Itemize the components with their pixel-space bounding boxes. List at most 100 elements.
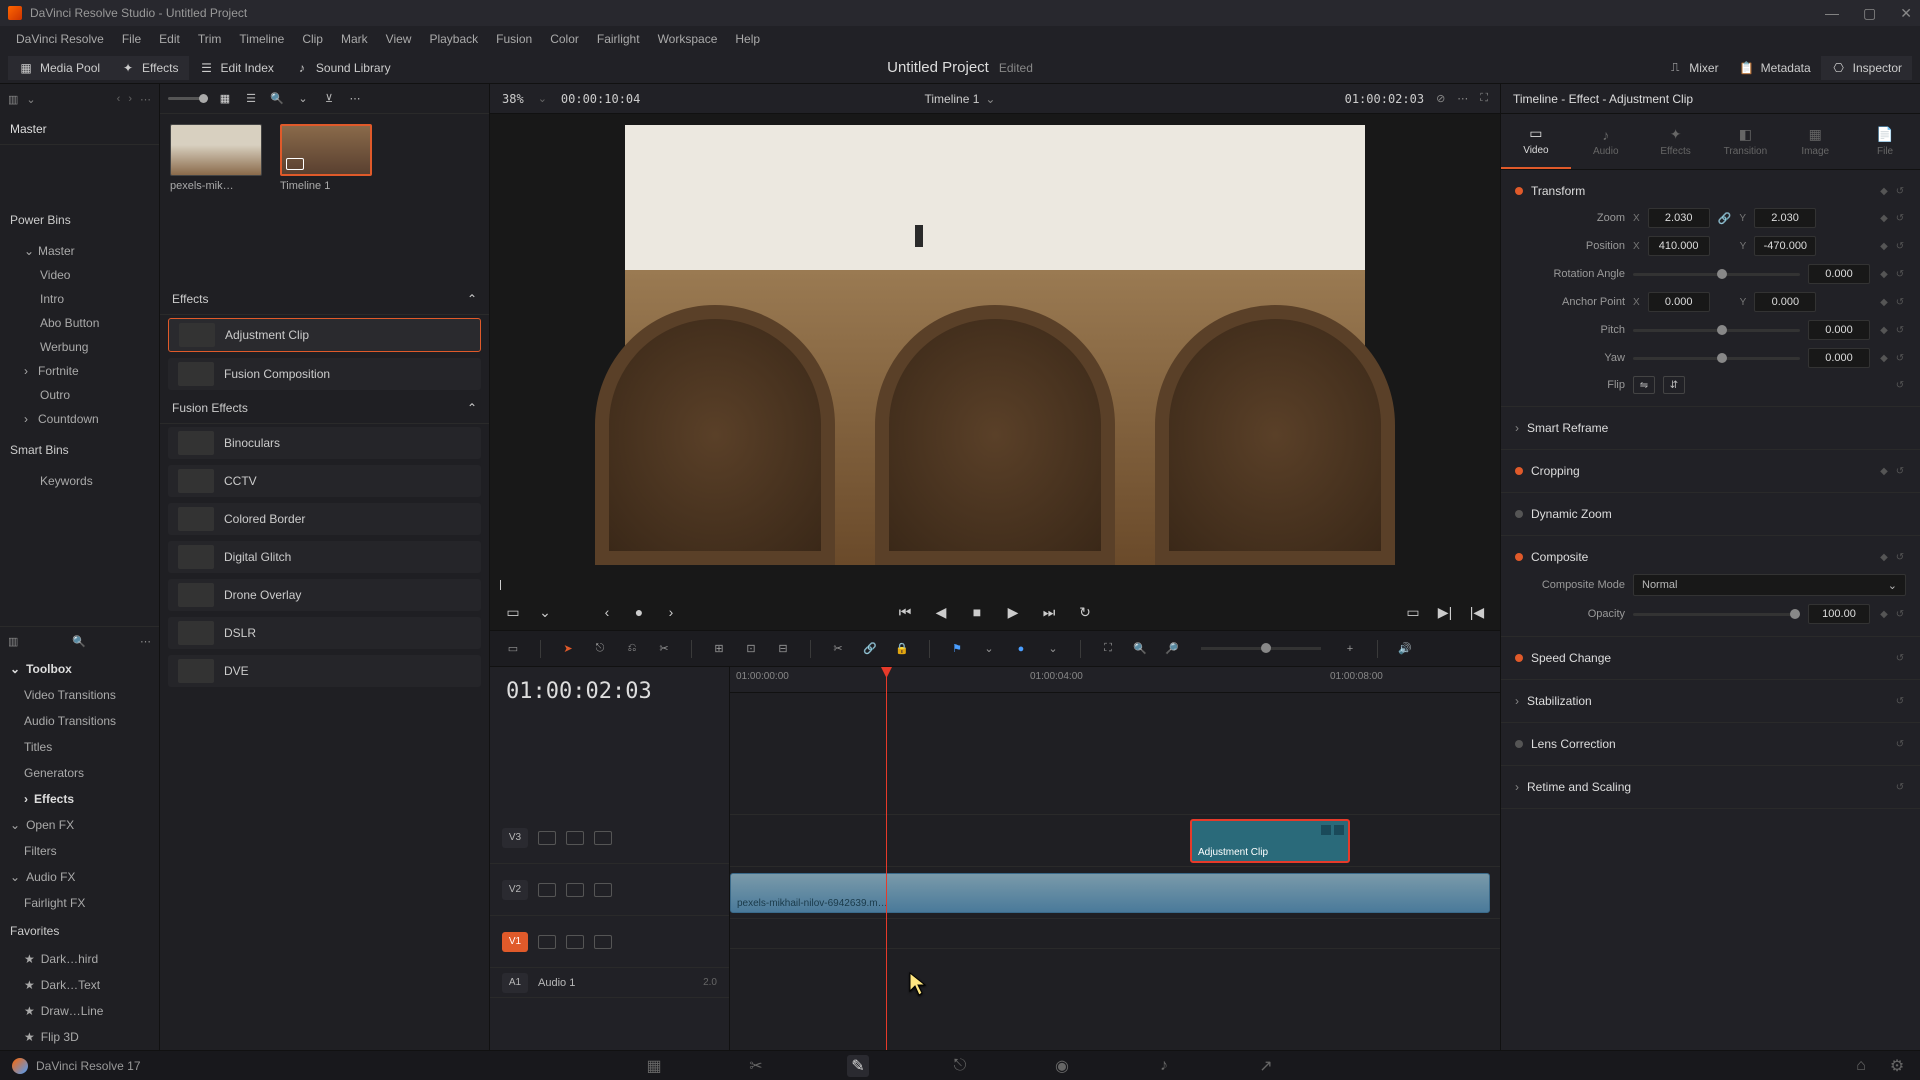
maximize-button[interactable]: ▢ bbox=[1863, 5, 1876, 22]
play-btn[interactable]: ▶ bbox=[1002, 601, 1024, 623]
home-btn[interactable]: ⌂ bbox=[1850, 1055, 1872, 1077]
flip-h-button[interactable]: ⇋ bbox=[1633, 376, 1655, 394]
yaw-input[interactable]: 0.000 bbox=[1808, 348, 1870, 368]
reset-icon[interactable]: ↺ bbox=[1894, 212, 1906, 224]
bin-search-icon[interactable]: 🔍 bbox=[72, 635, 86, 648]
bin-keywords[interactable]: Keywords bbox=[0, 469, 159, 493]
fav-flip3d[interactable]: ★Flip 3D bbox=[0, 1024, 159, 1050]
bin-list-icon[interactable]: ▥ bbox=[8, 93, 18, 106]
auto-select-icon[interactable] bbox=[566, 831, 584, 845]
cropping-header[interactable]: Cropping ◆↺ bbox=[1515, 458, 1906, 484]
visible-icon[interactable] bbox=[594, 831, 612, 845]
track-row-v2[interactable]: Adjustment Clip bbox=[730, 815, 1500, 867]
track-row-v1[interactable]: pexels-mikhail-nilov-6942639.m… bbox=[730, 867, 1500, 919]
mixer-toggle[interactable]: ⎍ Mixer bbox=[1657, 56, 1728, 80]
fav-dark-text[interactable]: ★Dark…Text bbox=[0, 972, 159, 998]
pos-x-input[interactable]: 410.000 bbox=[1648, 236, 1710, 256]
zoom-custom-icon[interactable]: 🔎 bbox=[1161, 638, 1183, 660]
opacity-slider[interactable] bbox=[1633, 613, 1800, 616]
zoom-detail-icon[interactable]: 🔍 bbox=[1129, 638, 1151, 660]
menu-trim[interactable]: Trim bbox=[190, 28, 230, 50]
lock-tool[interactable]: 🔒 bbox=[891, 638, 913, 660]
prev-edit-btn[interactable]: |◀ bbox=[1466, 601, 1488, 623]
dynamic-trim-tool[interactable]: ⎌ bbox=[621, 638, 643, 660]
flip-v-button[interactable]: ⇵ bbox=[1663, 376, 1685, 394]
deliver-page-btn[interactable]: ↗ bbox=[1255, 1055, 1277, 1077]
menu-fusion[interactable]: Fusion bbox=[488, 28, 540, 50]
menu-resolve[interactable]: DaVinci Resolve bbox=[8, 28, 112, 50]
sound-library-toggle[interactable]: ♪ Sound Library bbox=[284, 56, 401, 80]
marker-dropdown[interactable]: ⌄ bbox=[1042, 638, 1064, 660]
effects-toggle[interactable]: ✦ Effects bbox=[110, 56, 188, 80]
bin-werbung[interactable]: Werbung bbox=[0, 335, 159, 359]
track-row-a1[interactable] bbox=[730, 919, 1500, 949]
jump-end-btn[interactable]: ⏭ bbox=[1038, 601, 1060, 623]
zoom-y-input[interactable]: 2.030 bbox=[1754, 208, 1816, 228]
fx-adjustment-clip[interactable]: Adjustment Clip bbox=[168, 318, 481, 352]
media-pool-toggle[interactable]: ▦ Media Pool bbox=[8, 56, 110, 80]
prev-frame-btn[interactable]: ◀ bbox=[930, 601, 952, 623]
grid-view-icon[interactable]: ▦ bbox=[216, 90, 234, 108]
bin-panel-icon[interactable]: ▥ bbox=[8, 635, 18, 648]
retime-scaling-header[interactable]: ›Retime and Scaling ↺ bbox=[1515, 774, 1906, 800]
inspector-toggle[interactable]: ⎔ Inspector bbox=[1821, 56, 1912, 80]
jump-start-btn[interactable]: ⏮ bbox=[894, 601, 916, 623]
composite-mode-select[interactable]: Normal⌄ bbox=[1633, 574, 1906, 596]
opacity-input[interactable]: 100.00 bbox=[1808, 604, 1870, 624]
cat-video-transitions[interactable]: Video Transitions bbox=[0, 682, 159, 708]
audio-icon[interactable]: 🔊 bbox=[1394, 638, 1416, 660]
fx-dslr[interactable]: DSLR bbox=[168, 617, 481, 649]
link-icon[interactable]: 🔗 bbox=[1718, 212, 1732, 225]
trim-tool[interactable]: ⎋ bbox=[589, 638, 611, 660]
track-v1[interactable]: V1 bbox=[490, 916, 729, 968]
lens-correction-header[interactable]: Lens Correction ↺ bbox=[1515, 731, 1906, 757]
menu-view[interactable]: View bbox=[378, 28, 420, 50]
playhead[interactable] bbox=[886, 667, 887, 1050]
tab-effects[interactable]: ✦Effects bbox=[1641, 114, 1711, 169]
zoom-dropdown-icon[interactable]: ⌄ bbox=[538, 92, 547, 105]
fx-section-fusion[interactable]: Fusion Effects⌃ bbox=[160, 393, 489, 424]
expand-icon[interactable]: ⛶ bbox=[1480, 92, 1488, 105]
tl-view-icon[interactable]: ▭ bbox=[502, 638, 524, 660]
transform-header[interactable]: Transform ◆↺ bbox=[1515, 178, 1906, 204]
insert-tool[interactable]: ⊞ bbox=[708, 638, 730, 660]
cat-openfx[interactable]: ⌄Open FX bbox=[0, 812, 159, 838]
media-page-btn[interactable]: ▦ bbox=[643, 1055, 665, 1077]
menu-fairlight[interactable]: Fairlight bbox=[589, 28, 648, 50]
bin-countdown[interactable]: ›Countdown bbox=[0, 407, 159, 431]
timeline-tracks[interactable]: 01:00:00:00 01:00:04:00 01:00:08:00 Adju… bbox=[730, 667, 1500, 1050]
pitch-input[interactable]: 0.000 bbox=[1808, 320, 1870, 340]
marker-tool[interactable]: ● bbox=[1010, 638, 1032, 660]
kf-icon[interactable]: ◆ bbox=[1878, 212, 1890, 224]
metadata-toggle[interactable]: 📋 Metadata bbox=[1729, 56, 1821, 80]
timeline-name[interactable]: Timeline 1 bbox=[925, 92, 980, 106]
fusion-page-btn[interactable]: ⎋ bbox=[949, 1055, 971, 1077]
menu-help[interactable]: Help bbox=[727, 28, 768, 50]
bin-chevron-icon[interactable]: ⌄ bbox=[26, 93, 35, 106]
menu-color[interactable]: Color bbox=[542, 28, 587, 50]
filter-icon[interactable]: ⊻ bbox=[320, 90, 338, 108]
rotation-input[interactable]: 0.000 bbox=[1808, 264, 1870, 284]
cat-generators[interactable]: Generators bbox=[0, 760, 159, 786]
cat-fairlight[interactable]: Fairlight FX bbox=[0, 890, 159, 916]
cat-audiofx[interactable]: ⌄Audio FX bbox=[0, 864, 159, 890]
first-frame-btn[interactable]: ‹ bbox=[596, 601, 618, 623]
menu-mark[interactable]: Mark bbox=[333, 28, 376, 50]
track-a1[interactable]: A1 Audio 1 2.0 bbox=[490, 968, 729, 998]
tab-video[interactable]: ▭Video bbox=[1501, 114, 1571, 169]
timeline-ruler[interactable]: 01:00:00:00 01:00:04:00 01:00:08:00 bbox=[730, 667, 1500, 693]
viewer-scrubber[interactable] bbox=[490, 576, 1500, 594]
edit-page-btn[interactable]: ✎ bbox=[847, 1055, 869, 1077]
close-button[interactable]: ✕ bbox=[1900, 5, 1912, 22]
master-bin-header[interactable]: Master bbox=[0, 114, 159, 145]
lock-icon[interactable] bbox=[538, 831, 556, 845]
blade-tool[interactable]: ✂ bbox=[653, 638, 675, 660]
bin-abo-button[interactable]: Abo Button bbox=[0, 311, 159, 335]
zoom-x-input[interactable]: 2.030 bbox=[1648, 208, 1710, 228]
pitch-slider[interactable] bbox=[1633, 329, 1800, 332]
flag-tool[interactable]: ⚑ bbox=[946, 638, 968, 660]
fx-fusion-composition[interactable]: Fusion Composition bbox=[168, 358, 481, 390]
bin-master[interactable]: ⌄Master bbox=[0, 239, 159, 263]
track-v2[interactable]: V2 bbox=[490, 864, 729, 916]
blade-all-tool[interactable]: ✂ bbox=[827, 638, 849, 660]
